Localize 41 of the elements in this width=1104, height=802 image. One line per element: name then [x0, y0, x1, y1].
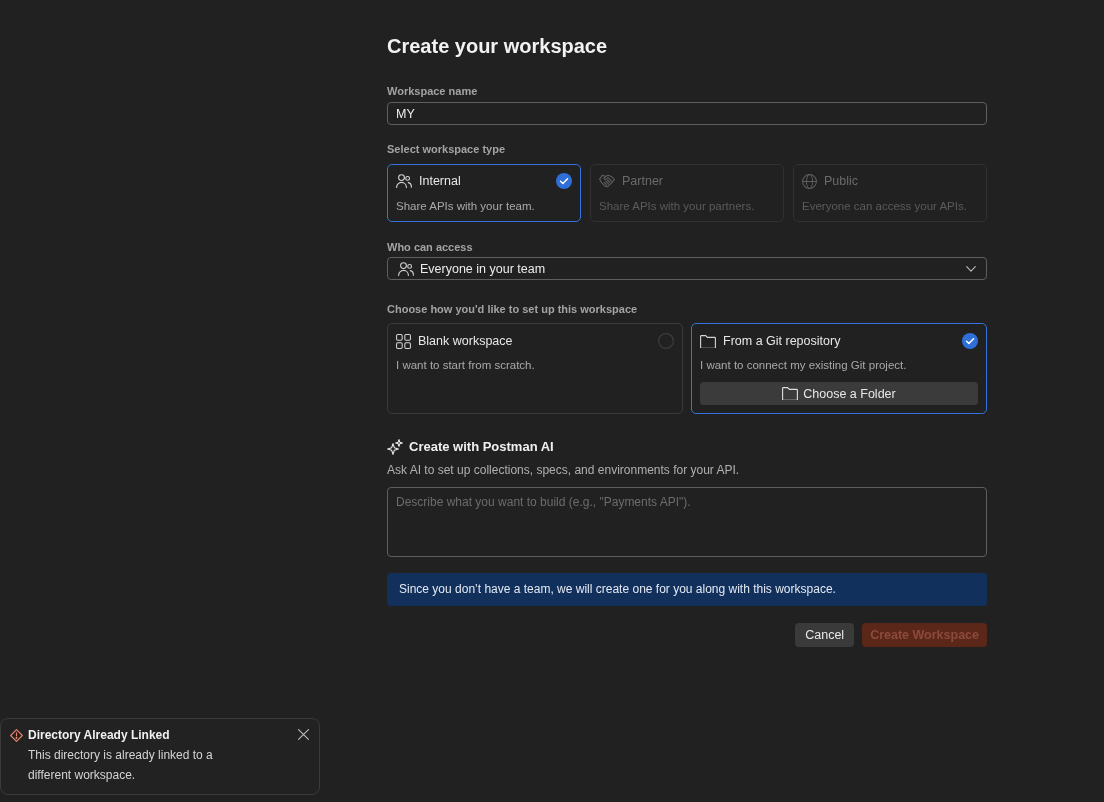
option-description: Everyone can access your APIs. — [802, 199, 968, 213]
handshake-icon — [599, 174, 615, 188]
setup-option-card[interactable]: From a Git repository I want to connect my existing Git project. Choose a Folder — [691, 323, 987, 414]
close-icon[interactable] — [298, 729, 309, 740]
option-description: Share APIs with your team. — [396, 199, 536, 213]
option-title: Partner — [622, 173, 663, 190]
choose-folder-button[interactable]: Choose a Folder — [700, 382, 978, 405]
chevron-down-icon — [966, 265, 976, 272]
check-circle-icon — [556, 173, 572, 189]
folder-icon — [782, 387, 799, 400]
option-description: I want to connect my existing Git project. — [700, 358, 908, 372]
option-title: Internal — [419, 173, 461, 190]
sparkle-icon — [387, 439, 403, 455]
globe-icon — [802, 173, 817, 189]
radio-circle-icon — [658, 333, 674, 349]
people-icon — [396, 174, 412, 188]
field-label: Who can access — [387, 240, 474, 254]
setup-option-card[interactable]: Blank workspace I want to start from scratch. — [387, 323, 683, 414]
section-description: Ask AI to set up collections, specs, and environments for your API. — [387, 463, 741, 477]
check-circle-icon — [962, 333, 978, 349]
option-title: Public — [824, 173, 859, 190]
option-title: From a Git repository — [723, 333, 841, 350]
access-dropdown[interactable]: Everyone in your team — [387, 257, 987, 280]
workspace-type-card[interactable]: Internal Share APIs with your team. — [387, 164, 581, 222]
cancel-button[interactable]: Cancel — [795, 623, 855, 647]
warning-icon — [10, 729, 23, 742]
option-title: Blank workspace — [418, 333, 513, 350]
field-label: Select workspace type — [387, 142, 506, 156]
grid-icon — [396, 333, 411, 349]
toast-message: This directory is already linked to a different workspace. — [28, 747, 214, 784]
info-banner: Since you don’t have a team, we will create one for you along with this workspace. — [387, 573, 987, 606]
section-title: Create with Postman AI — [409, 439, 554, 455]
page-title: Create your workspace — [387, 34, 609, 58]
option-description: I want to start from scratch. — [396, 358, 536, 372]
field-label: Choose how you'd like to set up this workspace — [387, 302, 639, 316]
field-label: Workspace name — [387, 84, 479, 98]
people-icon — [398, 261, 414, 276]
prompt-textarea[interactable]: Describe what you want to build (e.g., "Payments API"). — [387, 487, 987, 557]
toast-title: Directory Already Linked — [28, 728, 171, 742]
folder-icon — [700, 334, 716, 348]
workspace-name-input[interactable]: MY — [387, 102, 987, 125]
